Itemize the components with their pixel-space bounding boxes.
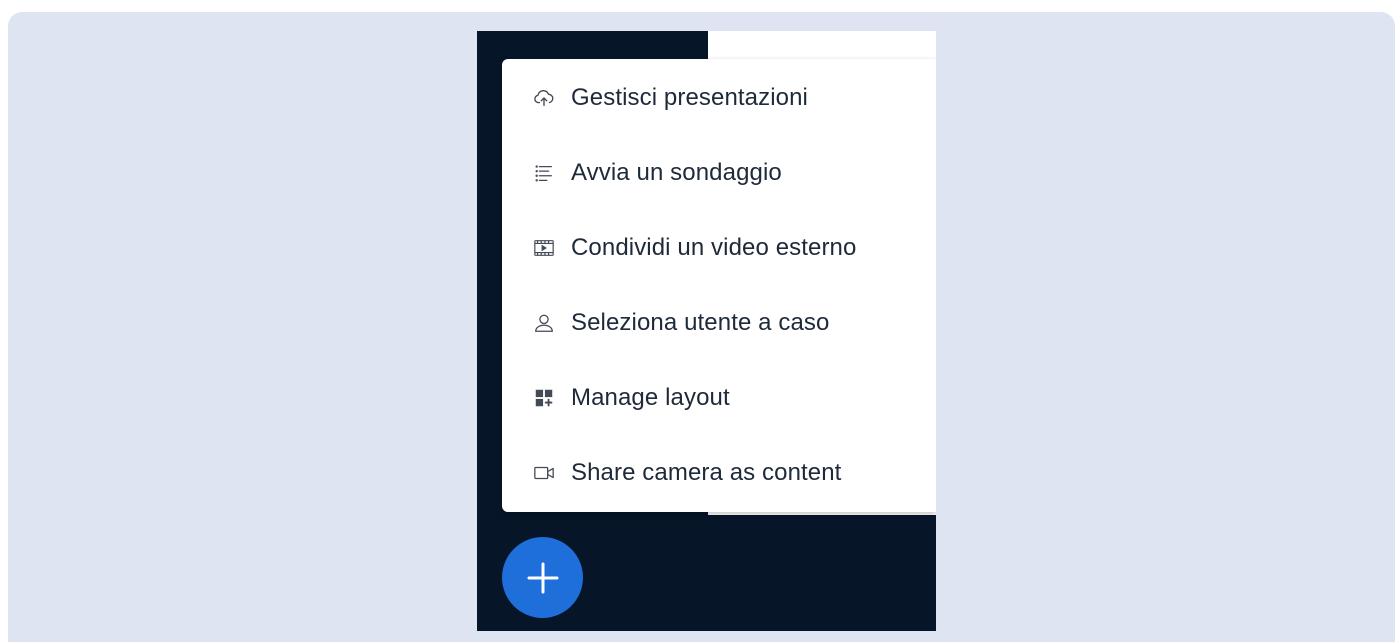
menu-item-label: Seleziona utente a caso: [571, 308, 830, 336]
menu-item-share-camera-content[interactable]: Share camera as content: [502, 435, 936, 510]
meeting-panel: Gestisci presentazioni Avvia un sondaggi…: [477, 31, 936, 631]
menu-item-select-random-user[interactable]: Seleziona utente a caso: [502, 285, 936, 360]
menu-item-label: Gestisci presentazioni: [571, 83, 808, 111]
actions-menu: Gestisci presentazioni Avvia un sondaggi…: [502, 59, 936, 512]
menu-item-label: Avvia un sondaggio: [571, 158, 782, 186]
upload-cloud-icon: [533, 87, 555, 109]
user-icon: [533, 312, 555, 334]
poll-list-icon: [533, 162, 555, 184]
menu-item-label: Share camera as content: [571, 458, 842, 486]
layout-grid-icon: [533, 387, 555, 409]
menu-item-start-poll[interactable]: Avvia un sondaggio: [502, 135, 936, 210]
menu-item-manage-layout[interactable]: Manage layout: [502, 360, 936, 435]
plus-icon: [527, 562, 558, 593]
actions-plus-button[interactable]: [502, 537, 583, 618]
video-film-icon: [533, 237, 555, 259]
menu-item-label: Manage layout: [571, 383, 730, 411]
menu-item-manage-presentations[interactable]: Gestisci presentazioni: [502, 60, 936, 135]
menu-item-label: Condividi un video esterno: [571, 233, 857, 261]
menu-item-share-external-video[interactable]: Condividi un video esterno: [502, 210, 936, 285]
camera-icon: [533, 462, 555, 484]
